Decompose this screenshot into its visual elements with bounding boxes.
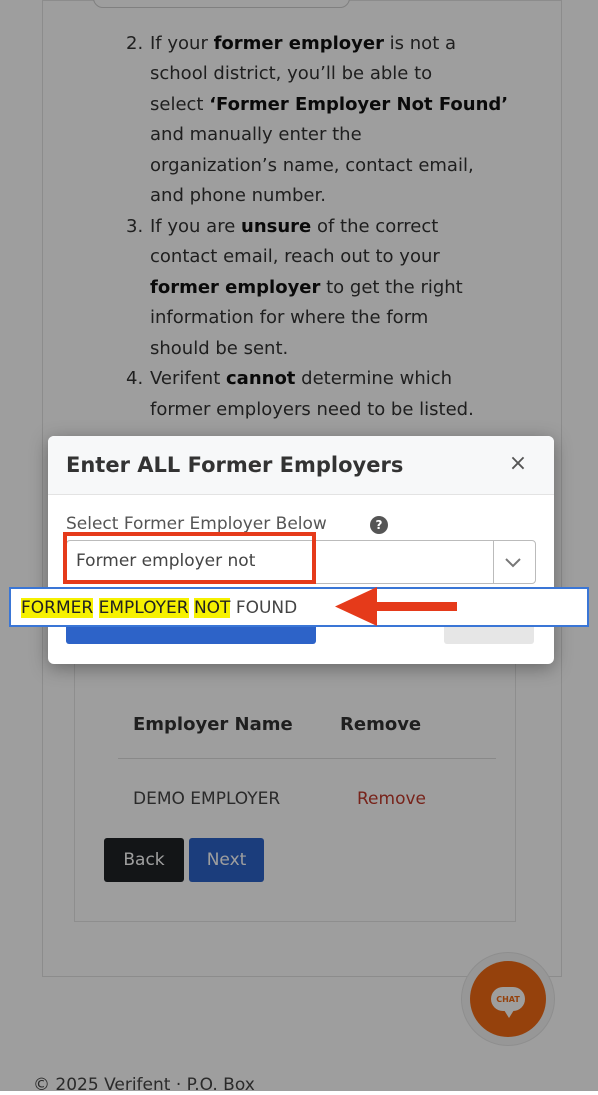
close-icon[interactable]: × [506, 452, 530, 476]
select-label: Select Former Employer Below [66, 514, 327, 534]
highlight-word: FORMER [21, 598, 94, 618]
modal-header: Enter ALL Former Employers × [48, 436, 554, 495]
dropdown-option-text: FORMER EMPLOYER NOT FOUND [21, 598, 297, 618]
select-divider [493, 540, 494, 584]
annotation-highlight-box [63, 532, 316, 584]
annotation-arrow-icon [335, 587, 457, 626]
option-word: FOUND [235, 598, 298, 618]
modal-title: Enter ALL Former Employers [66, 453, 404, 477]
dropdown-option-former-employer-not-found[interactable]: FORMER EMPLOYER NOT FOUND [9, 587, 589, 627]
chevron-down-icon[interactable] [501, 550, 525, 574]
highlight-word: NOT [193, 598, 231, 618]
help-icon[interactable]: ? [370, 516, 388, 534]
highlight-word: EMPLOYER [98, 598, 189, 618]
